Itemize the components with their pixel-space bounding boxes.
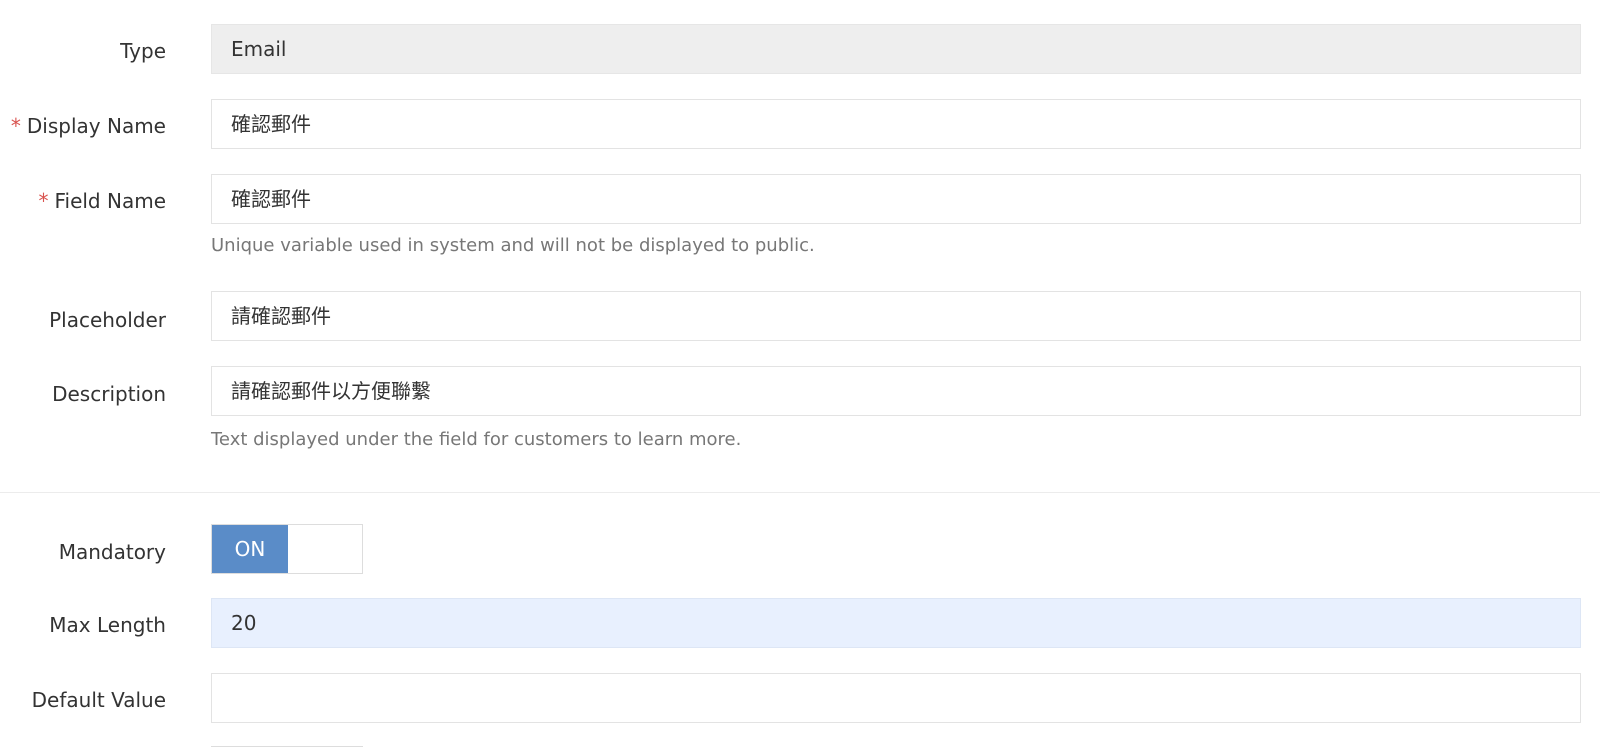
display-name-label-text: Display Name <box>26 114 166 138</box>
default-value-label: Default Value <box>32 686 166 714</box>
section-divider <box>0 492 1600 493</box>
max-length-label-text: Max Length <box>49 613 166 637</box>
placeholder-label: Placeholder <box>49 306 166 334</box>
display-name-label: * Display Name <box>11 112 166 140</box>
display-name-input[interactable]: 確認郵件 <box>211 99 1581 149</box>
description-help-text: Text displayed under the field for custo… <box>211 429 742 450</box>
toggle-on-state: ON <box>212 525 288 573</box>
placeholder-input[interactable]: 請確認郵件 <box>211 291 1581 341</box>
max-length-label: Max Length <box>49 611 166 639</box>
field-name-label-text: Field Name <box>54 189 166 213</box>
required-mark: * <box>38 189 49 213</box>
description-label: Description <box>52 380 166 408</box>
description-input[interactable]: 請確認郵件以方便聯繫 <box>211 366 1581 416</box>
placeholder-label-text: Placeholder <box>49 308 166 332</box>
type-field: Email <box>211 24 1581 74</box>
mandatory-label: Mandatory <box>59 538 166 566</box>
toggle-off-area <box>288 525 362 573</box>
default-value-input[interactable] <box>211 673 1581 723</box>
mandatory-toggle[interactable]: ON <box>211 524 363 574</box>
max-length-input[interactable]: 20 <box>211 598 1581 648</box>
field-settings-form: Type Email * Display Name 確認郵件 * Field Nam… <box>0 0 1600 747</box>
default-value-label-text: Default Value <box>31 688 166 712</box>
field-name-label: * Field Name <box>38 187 166 215</box>
mandatory-label-text: Mandatory <box>58 540 166 564</box>
required-mark: * <box>10 114 21 138</box>
type-label-text: Type <box>120 39 166 63</box>
description-label-text: Description <box>52 382 166 406</box>
field-name-help-text: Unique variable used in system and will … <box>211 235 815 256</box>
type-label: Type <box>120 37 166 65</box>
field-name-input[interactable]: 確認郵件 <box>211 174 1581 224</box>
